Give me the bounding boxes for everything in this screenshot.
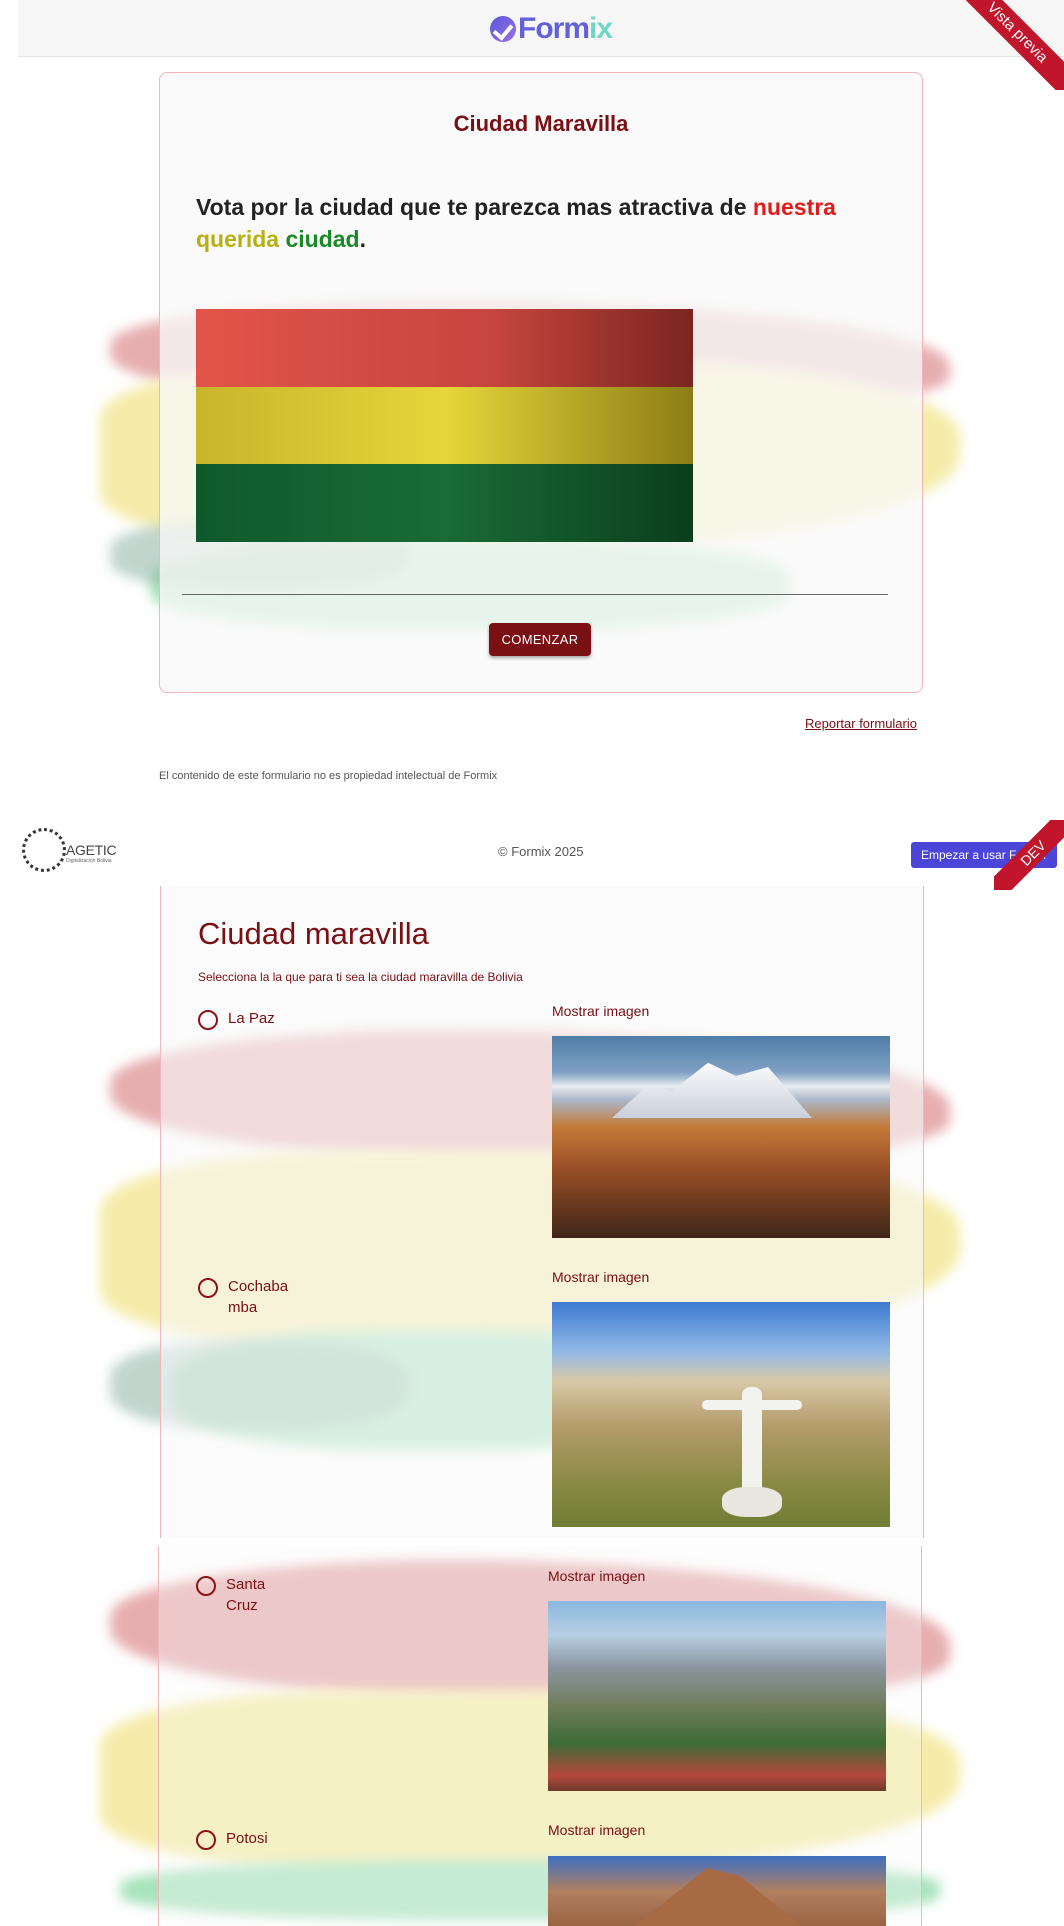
- option-cochabamba[interactable]: Cochabamba: [198, 1278, 300, 1318]
- intro-card: Ciudad Maravilla Vota por la ciudad que …: [159, 72, 923, 693]
- option-label: Santa Cruz: [226, 1576, 266, 1614]
- logo-text: Formix: [518, 12, 613, 45]
- show-image-label: Mostrar imagen: [548, 1822, 646, 1838]
- la-paz-photo: [552, 1036, 890, 1238]
- formix-logo[interactable]: Formix: [490, 12, 613, 46]
- show-image-label: Mostrar imagen: [552, 1269, 650, 1285]
- agetic-logo[interactable]: AGETIC Digitalización Bolivia: [22, 828, 122, 882]
- option-la-paz[interactable]: La Paz: [198, 1010, 300, 1030]
- divider: [182, 594, 888, 595]
- start-button[interactable]: COMENZAR: [489, 623, 591, 656]
- top-bar: Formix: [18, 0, 1064, 57]
- disclaimer-text: El contenido de este formulario no es pr…: [159, 770, 498, 782]
- radio-la-paz[interactable]: [198, 1010, 218, 1030]
- option-label: Potosi: [226, 1830, 268, 1847]
- agetic-ring-icon: [22, 828, 66, 872]
- radio-cochabamba[interactable]: [198, 1278, 218, 1298]
- question-title: Ciudad maravilla: [198, 916, 429, 951]
- question-card: Ciudad maravilla Selecciona la la que pa…: [160, 886, 924, 1538]
- option-santa-cruz[interactable]: Santa Cruz: [196, 1576, 276, 1616]
- form-description: Vota por la ciudad que te parezca mas at…: [196, 194, 836, 252]
- bolivia-flag-image: [196, 309, 693, 542]
- check-logo-icon: [490, 16, 516, 42]
- option-potosi[interactable]: Potosi: [196, 1830, 298, 1850]
- potosi-photo: [548, 1856, 886, 1926]
- dev-ribbon: DEV: [994, 820, 1064, 890]
- dev-ribbon-container: DEV: [994, 820, 1064, 890]
- question-card-continued: Santa Cruz Mostrar imagen Potosi Mostrar…: [158, 1546, 922, 1926]
- cochabamba-photo: [552, 1302, 890, 1527]
- show-image-label: Mostrar imagen: [548, 1568, 646, 1584]
- radio-potosi[interactable]: [196, 1830, 216, 1850]
- form-title: Ciudad Maravilla: [453, 111, 629, 136]
- option-label: La Paz: [228, 1010, 275, 1027]
- preview-ribbon: Vista previa: [940, 0, 1064, 90]
- radio-santa-cruz[interactable]: [196, 1576, 216, 1596]
- copyright: © Formix 2025: [498, 844, 584, 859]
- option-label: Cochabamba: [228, 1278, 289, 1316]
- santa-cruz-photo: [548, 1601, 886, 1791]
- show-image-label: Mostrar imagen: [552, 1003, 650, 1019]
- question-subtitle: Selecciona la la que para ti sea la ciud…: [198, 970, 523, 984]
- report-form-link[interactable]: Reportar formulario: [805, 716, 917, 731]
- preview-ribbon-container: Vista previa: [924, 0, 1064, 90]
